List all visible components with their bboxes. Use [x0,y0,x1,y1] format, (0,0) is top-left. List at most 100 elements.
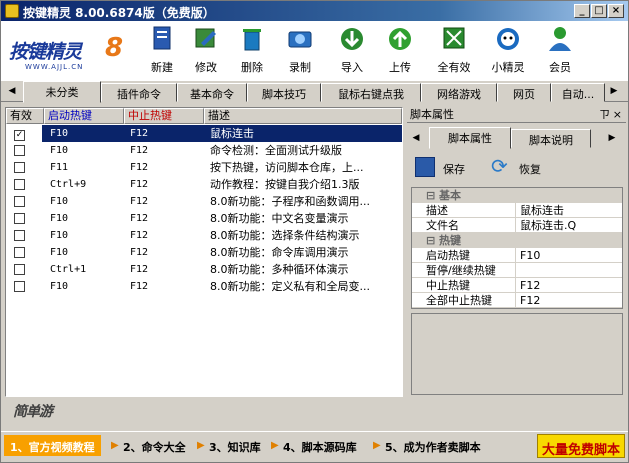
property-key: 暂停/继续热键 [412,263,516,277]
rtab-left-icon[interactable]: ◀ [409,130,423,146]
property-row[interactable]: 文件名 鼠标连击.Q [412,218,622,233]
toolbar-label: 录制 [289,61,311,74]
logo-text: 按键精灵 [9,41,82,63]
col-start-hotkey[interactable]: 启动热键 [44,108,124,124]
table-row[interactable]: F10 F12 8.0新功能：子程序和函数调用... [6,193,402,210]
table-row[interactable]: F10 F12 8.0新功能：中文名变量演示 [6,210,402,227]
logo-url: WWW.AJJL.CN [25,63,84,71]
main-window: 按键精灵 8.00.6874版（免费版） _ □ × 按键精灵 8 WWW.AJ… [0,0,629,463]
close-button[interactable]: × [608,4,624,18]
property-row[interactable]: 描述 鼠标连击 [412,203,622,218]
group-basic[interactable]: ⊟ 基本 [412,188,622,203]
stop-hotkey-cell: F12 [130,145,149,156]
enabled-checkbox[interactable] [14,162,25,173]
property-row[interactable]: 全部中止热键 F12 [412,293,622,308]
toolbar-upload-button[interactable]: 上传 [377,25,423,79]
toolbar-sprite-button[interactable]: 小精灵 [485,25,531,79]
start-hotkey-cell: Ctrl+1 [50,264,87,275]
tab-scroll-right-icon[interactable]: ▶ [607,83,621,99]
bottom-link-bar: 1、官方视频教程 ▶ 2、命令大全 ▶ 3、知识库 ▶ 4、脚本源码库 ▶ 5、成为作者卖脚本 … [1,431,628,459]
table-row[interactable]: ✓ F10 F12 鼠标连击 [6,125,402,142]
property-value[interactable]: 鼠标连击 [516,203,622,217]
restore-button[interactable]: 恢复 [519,161,541,177]
enabled-checkbox[interactable] [14,247,25,258]
tab-script-properties[interactable]: 脚本属性 [429,127,511,149]
toolbar-check-all-button[interactable]: 全有效 [431,25,477,79]
save-button[interactable]: 保存 [443,161,465,177]
panel-close-icon[interactable]: × [613,107,622,123]
save-icon[interactable] [415,157,435,177]
start-hotkey-cell: F10 [50,196,69,207]
property-key: 全部中止热键 [412,293,516,307]
restore-icon[interactable]: ⟳ [491,155,508,177]
enabled-checkbox[interactable] [14,145,25,156]
bottom-link[interactable]: 4、脚本源码库 [283,439,357,455]
group-hotkey[interactable]: ⊟ 热键 [412,233,622,248]
col-stop-hotkey[interactable]: 中止热键 [124,108,204,124]
description-cell: 按下热键，访问脚本仓库，上... [210,161,364,174]
tab-category[interactable]: 鼠标右键点我 [321,83,421,102]
toolbar-trash-button[interactable]: 删除 [229,25,275,79]
toolbar-edit-button[interactable]: 修改 [183,25,229,79]
trash-icon [243,29,261,51]
table-row[interactable]: Ctrl+9 F12 动作教程：按键自我介绍1.3版 [6,176,402,193]
table-row[interactable]: Ctrl+1 F12 8.0新功能：多种循环体演示 [6,261,402,278]
property-value[interactable]: F12 [516,293,622,307]
toolbar-member-button[interactable]: 会员 [537,25,583,79]
toolbar-camera-button[interactable]: 录制 [277,25,323,79]
toolbar-label: 删除 [241,61,263,74]
logo: 按键精灵 8 WWW.AJJL.CN [9,33,129,79]
enabled-checkbox[interactable] [14,281,25,292]
bottom-link[interactable]: 5、成为作者卖脚本 [385,439,481,455]
tab-category[interactable]: 基本命令 [177,83,247,102]
enabled-checkbox[interactable] [14,196,25,207]
tab-script-notes[interactable]: 脚本说明 [511,129,591,148]
table-row[interactable]: F10 F12 命令检测：全面测试升级版 [6,142,402,159]
bottom-link[interactable]: 3、知识库 [209,439,261,455]
property-row[interactable]: 中止热键 F12 [412,278,622,293]
toolbar: 按键精灵 8 WWW.AJJL.CN 新建 修改 删除 录制 导入 上传 全有效… [1,21,628,81]
property-row[interactable]: 启动热键 F10 [412,248,622,263]
tab-category[interactable]: 脚本技巧 [247,83,321,102]
description-cell: 8.0新功能：命令库调用演示 [210,246,349,259]
tab-category[interactable]: 网络游戏 [421,83,497,102]
minimize-button[interactable]: _ [574,4,590,18]
pin-icon[interactable]: ㄗ [599,107,610,123]
enabled-checkbox[interactable] [14,179,25,190]
bottom-link[interactable]: 2、命令大全 [123,439,186,455]
property-value[interactable]: F10 [516,248,622,262]
logo-number: 8 [105,33,124,63]
tab-category[interactable]: 未分类 [23,81,101,103]
table-row[interactable]: F10 F12 8.0新功能：定义私有和全局变... [6,278,402,295]
free-scripts-banner[interactable]: 大量免费脚本 [536,434,625,458]
enabled-checkbox[interactable]: ✓ [14,130,25,141]
col-description[interactable]: 描述 [204,108,402,124]
tab-category[interactable]: 自动... [551,83,605,102]
bottom-link[interactable]: 1、官方视频教程 [4,435,101,456]
upload-icon [389,28,411,50]
property-value[interactable]: F12 [516,278,622,292]
toolbar-new-doc-button[interactable]: 新建 [139,25,185,79]
tab-scroll-left-icon[interactable]: ◀ [5,83,19,99]
stop-hotkey-cell: F12 [130,179,149,190]
new-doc-icon [153,26,171,50]
tab-category[interactable]: 网页 [497,83,551,102]
maximize-button[interactable]: □ [591,4,607,18]
tab-category[interactable]: 插件命令 [101,83,177,102]
property-key: 描述 [412,203,516,217]
col-enabled[interactable]: 有效 [6,108,44,124]
description-cell: 命令检测：全面测试升级版 [210,144,342,157]
start-hotkey-cell: Ctrl+9 [50,179,87,190]
property-row[interactable]: 暂停/继续热键 [412,263,622,278]
toolbar-import-button[interactable]: 导入 [329,25,375,79]
property-value[interactable] [516,263,622,277]
rtab-right-icon[interactable]: ▶ [605,130,619,146]
table-row[interactable]: F10 F12 8.0新功能：命令库调用演示 [6,244,402,261]
table-row[interactable]: F11 F12 按下热键，访问脚本仓库，上... [6,159,402,176]
panel-title: 脚本属性 ㄗ × [407,107,626,123]
property-value[interactable]: 鼠标连击.Q [516,218,622,232]
table-row[interactable]: F10 F12 8.0新功能：选择条件结构演示 [6,227,402,244]
enabled-checkbox[interactable] [14,264,25,275]
enabled-checkbox[interactable] [14,230,25,241]
enabled-checkbox[interactable] [14,213,25,224]
